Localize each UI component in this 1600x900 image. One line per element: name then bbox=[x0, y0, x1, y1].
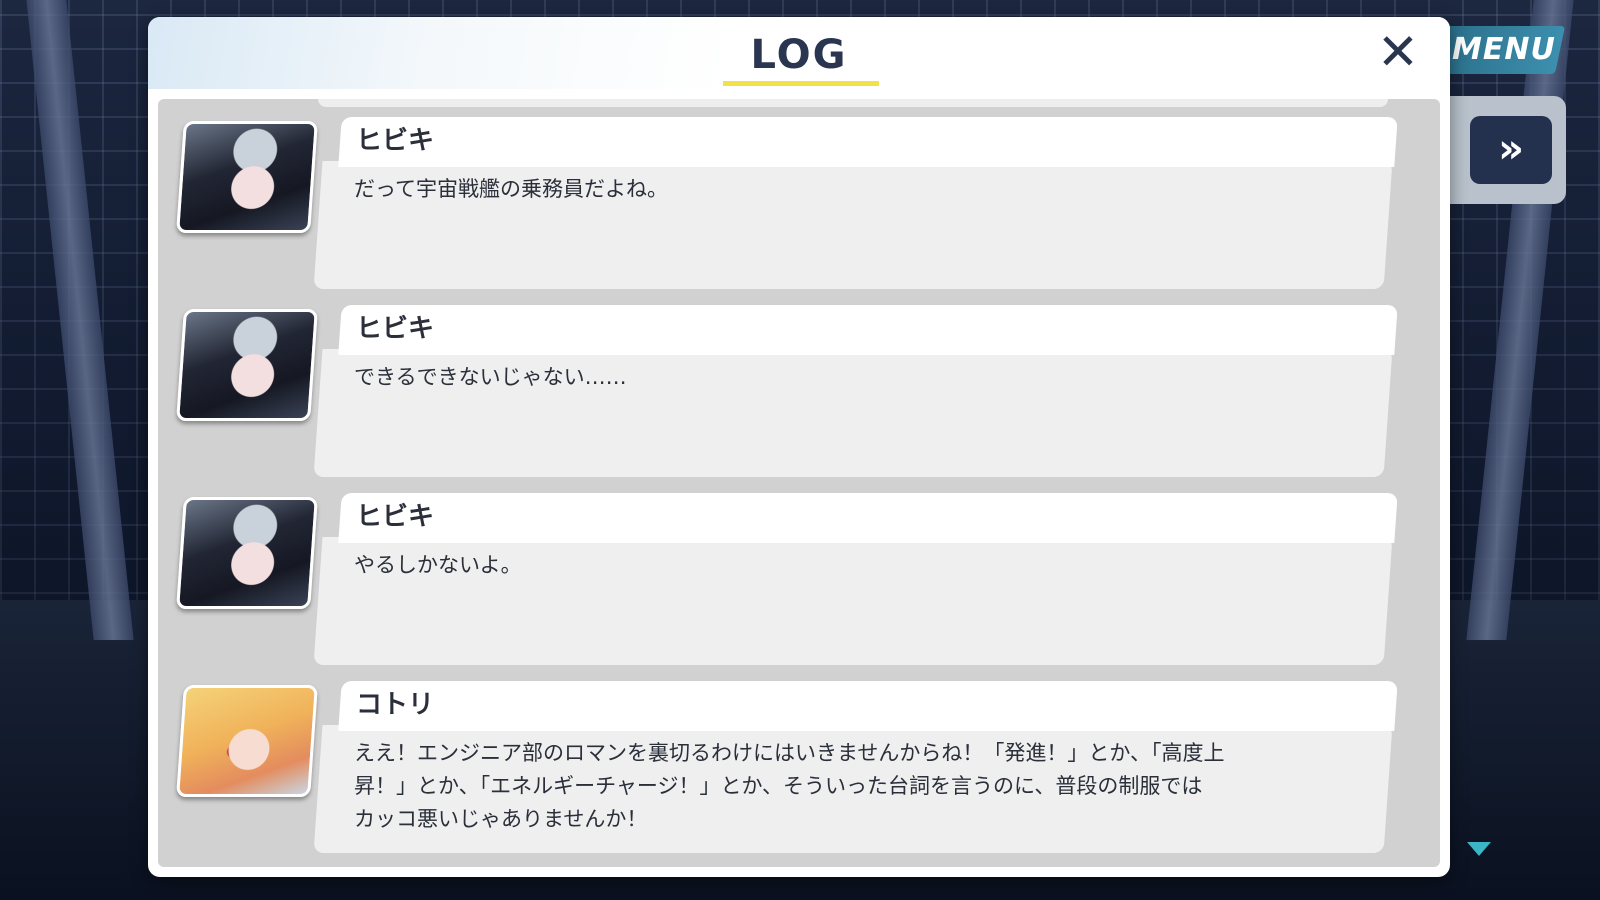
bubble-tail bbox=[321, 739, 335, 763]
hibiki-portrait bbox=[176, 309, 318, 421]
bubble-tail bbox=[321, 363, 335, 387]
dialogue-line: ええ！エンジニア部のロマンを裏切るわけにはいきませんからね！「発進！」とか、「高… bbox=[354, 741, 1225, 765]
close-icon: ✕ bbox=[1377, 23, 1419, 81]
dialogue-text: できるできないじゃない…… bbox=[354, 365, 627, 389]
fast-forward-icon: » bbox=[1498, 126, 1524, 172]
speaker-name: ヒビキ bbox=[356, 126, 435, 156]
hibiki-portrait bbox=[176, 121, 318, 233]
dialogue-line: カッコ悪いじゃありませんか！ bbox=[354, 807, 648, 831]
previous-entry-edge bbox=[318, 99, 1388, 107]
dialogue-text: ええ！エンジニア部のロマンを裏切るわけにはいきませんからね！「発進！」とか、「高… bbox=[354, 737, 1234, 847]
speaker-name: コトリ bbox=[356, 690, 435, 720]
fast-forward-button[interactable]: » bbox=[1470, 116, 1552, 184]
log-list[interactable]: ヒビキ だって宇宙戦艦の乗務員だよね。 ヒビキ できるできないじゃない…… ヒビ… bbox=[158, 99, 1440, 867]
dialogue-line: 昇！」とか、「エネルギーチャージ！」とか、そういった台詞を言うのに、普段の制服で… bbox=[354, 774, 1203, 798]
menu-label[interactable]: MENU bbox=[1452, 30, 1562, 70]
speaker-name: ヒビキ bbox=[356, 314, 435, 344]
log-entry: コトリ ええ！エンジニア部のロマンを裏切るわけにはいきませんからね！「発進！」と… bbox=[158, 681, 1440, 859]
dialogue-text: だって宇宙戦艦の乗務員だよね。 bbox=[354, 177, 668, 201]
speaker-name: ヒビキ bbox=[356, 502, 435, 532]
hibiki-portrait bbox=[176, 497, 318, 609]
bubble-tail bbox=[321, 175, 335, 199]
log-entry: ヒビキ だって宇宙戦艦の乗務員だよね。 bbox=[158, 117, 1440, 295]
log-entry: ヒビキ やるしかないよ。 bbox=[158, 493, 1440, 671]
kotori-portrait bbox=[176, 685, 318, 797]
close-button[interactable]: ✕ bbox=[1370, 27, 1426, 79]
log-title: LOG bbox=[750, 32, 848, 78]
triangle-down-icon[interactable] bbox=[1467, 842, 1491, 856]
title-underline bbox=[723, 81, 879, 86]
dialogue-text: やるしかないよ。 bbox=[354, 553, 522, 577]
bubble-tail bbox=[321, 551, 335, 575]
log-panel: LOG ✕ ヒビキ だって宇宙戦艦の乗務員だよね。 ヒビキ できるできないじゃな… bbox=[148, 17, 1450, 877]
log-entry: ヒビキ できるできないじゃない…… bbox=[158, 305, 1440, 483]
